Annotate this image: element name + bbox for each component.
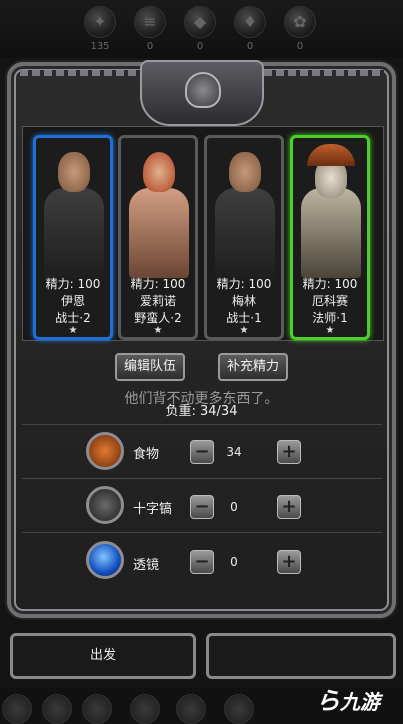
hero-card-eleanor[interactable]: 精力: 100 爱莉诺 野蛮人·2 ★ bbox=[118, 135, 198, 340]
hero-portrait bbox=[121, 138, 195, 278]
hero-stamina: 精力: 100 bbox=[302, 277, 358, 291]
resource-count: 0 bbox=[246, 41, 254, 52]
menu-orb-icon[interactable] bbox=[176, 694, 206, 724]
skull-crest bbox=[140, 60, 264, 126]
menu-orb-icon[interactable] bbox=[224, 694, 254, 724]
lens-minus-button[interactable]: − bbox=[190, 550, 214, 574]
hero-portrait bbox=[293, 138, 367, 278]
divider bbox=[22, 478, 382, 479]
chain-left bbox=[20, 70, 140, 76]
resource-count: 135 bbox=[90, 41, 110, 52]
carry-load: 负重: 34/34 bbox=[165, 404, 238, 419]
hero-portrait bbox=[36, 138, 110, 278]
hero-name: 爱莉诺 bbox=[139, 294, 176, 308]
pickaxe-minus-button[interactable]: − bbox=[190, 495, 214, 519]
skull-icon bbox=[185, 72, 221, 108]
hero-name: 梅林 bbox=[231, 294, 256, 308]
food-icon bbox=[86, 432, 124, 470]
supply-label-lens: 透镜 bbox=[133, 558, 160, 573]
chain-right bbox=[264, 70, 384, 76]
stone-icon: ◆ bbox=[184, 6, 216, 38]
hero-info: 精力: 100 爱莉诺 野蛮人·2 bbox=[121, 276, 195, 327]
hero-stamina: 精力: 100 bbox=[130, 277, 186, 291]
wood-icon: ≡ bbox=[134, 6, 166, 38]
hero-card-ian[interactable]: 精力: 100 伊恩 战士·2 ★ bbox=[33, 135, 113, 340]
hero-name: 厄科赛 bbox=[311, 294, 348, 308]
pickaxe-icon bbox=[86, 486, 124, 524]
star-icon: ★ bbox=[68, 325, 78, 336]
star-icon: ★ bbox=[325, 325, 335, 336]
divider bbox=[22, 424, 382, 425]
resource-bar: ✦ 135 ≡ 0 ◆ 0 ♦ 0 ✿ 0 bbox=[0, 0, 403, 58]
pickaxe-plus-button[interactable]: + bbox=[277, 495, 301, 519]
food-plus-button[interactable]: + bbox=[277, 440, 301, 464]
hero-stamina: 精力: 100 bbox=[45, 277, 101, 291]
star-icon: ★ bbox=[239, 325, 249, 336]
resource-meat: ✦ 135 bbox=[80, 6, 120, 52]
resource-gear-ore: ✿ 0 bbox=[280, 6, 320, 52]
menu-orb-icon[interactable] bbox=[42, 694, 72, 724]
replenish-stamina-button[interactable]: 补充精力 bbox=[218, 353, 288, 381]
resource-crystal: ♦ 0 bbox=[230, 6, 270, 52]
watermark-logo: ら九游 bbox=[316, 687, 380, 715]
lens-icon bbox=[86, 541, 124, 579]
supply-label-pickaxe: 十字镐 bbox=[133, 502, 173, 517]
divider bbox=[22, 532, 382, 533]
gear-ore-icon: ✿ bbox=[284, 6, 316, 38]
hero-card-merlin[interactable]: 精力: 100 梅林 战士·1 ★ bbox=[204, 135, 284, 340]
hero-portrait bbox=[207, 138, 281, 278]
hero-card-exai[interactable]: 精力: 100 厄科赛 法师·1 ★ bbox=[290, 135, 370, 340]
resource-count: 0 bbox=[196, 41, 204, 52]
menu-orb-icon[interactable] bbox=[2, 694, 32, 724]
resource-count: 0 bbox=[146, 41, 154, 52]
secondary-slot bbox=[206, 633, 396, 679]
menu-orb-icon[interactable] bbox=[82, 694, 112, 724]
hero-name: 伊恩 bbox=[60, 294, 85, 308]
edit-team-button[interactable]: 编辑队伍 bbox=[115, 353, 185, 381]
lens-quantity: 0 bbox=[230, 555, 238, 569]
food-quantity: 34 bbox=[226, 445, 242, 459]
hero-stamina: 精力: 100 bbox=[216, 277, 272, 291]
depart-button[interactable]: 出发 bbox=[10, 633, 196, 679]
crystal-icon: ♦ bbox=[234, 6, 266, 38]
resource-count: 0 bbox=[296, 41, 304, 52]
supply-label-food: 食物 bbox=[133, 447, 160, 462]
resource-wood: ≡ 0 bbox=[130, 6, 170, 52]
lens-plus-button[interactable]: + bbox=[277, 550, 301, 574]
meat-icon: ✦ bbox=[84, 6, 116, 38]
menu-orb-icon[interactable] bbox=[130, 694, 160, 724]
hero-info: 精力: 100 厄科赛 法师·1 bbox=[293, 276, 367, 327]
pickaxe-quantity: 0 bbox=[230, 500, 238, 514]
star-icon: ★ bbox=[153, 325, 163, 336]
food-minus-button[interactable]: − bbox=[190, 440, 214, 464]
hero-info: 精力: 100 伊恩 战士·2 bbox=[36, 276, 110, 327]
hero-info: 精力: 100 梅林 战士·1 bbox=[207, 276, 281, 327]
resource-stone: ◆ 0 bbox=[180, 6, 220, 52]
